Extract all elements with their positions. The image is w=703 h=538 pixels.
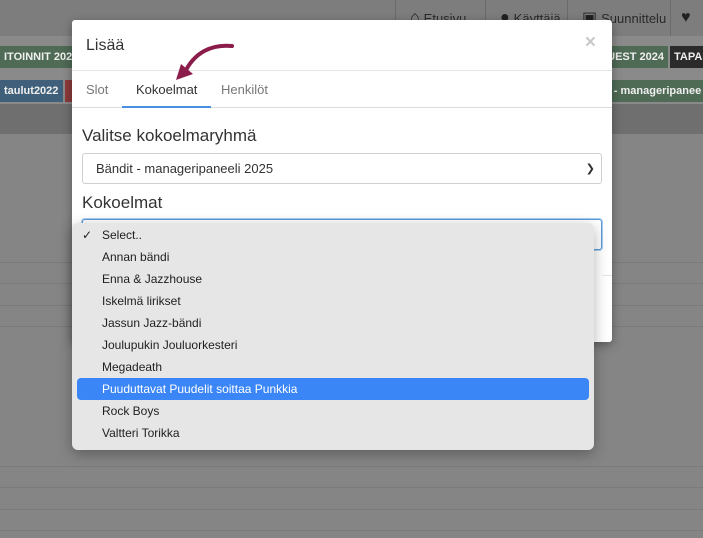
divider <box>0 509 703 510</box>
modal-title: Lisää <box>86 37 125 54</box>
dropdown-option[interactable]: Rock Boys <box>77 400 589 422</box>
nav-favorites[interactable]: ♥ <box>670 0 703 36</box>
dropdown-option[interactable]: Jassun Jazz-bändi <box>77 312 589 334</box>
close-icon[interactable]: × <box>585 32 596 54</box>
dropdown-option[interactable]: Joulupukin Jouluorkesteri <box>77 334 589 356</box>
tag-chip[interactable]: it - manageripanee <box>600 80 703 102</box>
dropdown-option[interactable]: Annan bändi <box>77 246 589 268</box>
chevron-down-icon: ❯ <box>585 163 595 175</box>
checkmark-icon: ✓ <box>82 228 93 242</box>
modal-tabs: Slot Kokoelmat Henkilöt <box>72 71 612 108</box>
dropdown-option-select[interactable]: ✓ Select.. <box>77 224 589 246</box>
dropdown-option[interactable]: Iskelmä lirikset <box>77 290 589 312</box>
tab-slot[interactable]: Slot <box>72 71 122 108</box>
collection-group-select[interactable]: Bändit - manageripaneeli 2025 ❯ <box>82 153 602 184</box>
divider <box>0 466 703 467</box>
dropdown-option[interactable]: Enna & Jazzhouse <box>77 268 589 290</box>
divider <box>602 275 612 276</box>
tag-chip[interactable]: ITOINNIT 2025 <box>0 46 72 68</box>
divider <box>0 530 703 531</box>
heart-icon: ♥ <box>681 9 691 26</box>
tag-chip[interactable]: UEST 2024 <box>604 46 668 68</box>
tag-chip[interactable]: taulut2022 <box>0 80 63 102</box>
divider <box>0 487 703 488</box>
dropdown-option[interactable]: Megadeath <box>77 356 589 378</box>
collection-group-value: Bändit - manageripaneeli 2025 <box>96 161 274 176</box>
tag-chip[interactable]: TAPAH <box>670 46 703 68</box>
annotation-arrow-icon <box>176 43 234 80</box>
collections-label: Kokoelmat <box>82 193 163 212</box>
dropdown-option-highlighted[interactable]: Puuduttavat Puudelit soittaa Punkkia <box>77 378 589 400</box>
collection-group-label: Valitse kokoelmaryhmä <box>82 126 257 145</box>
dropdown-option[interactable]: Valtteri Torikka <box>77 422 589 444</box>
modal-header: Lisää × <box>72 20 612 71</box>
collections-dropdown-menu: ✓ Select.. Annan bändi Enna & Jazzhouse … <box>72 223 594 450</box>
